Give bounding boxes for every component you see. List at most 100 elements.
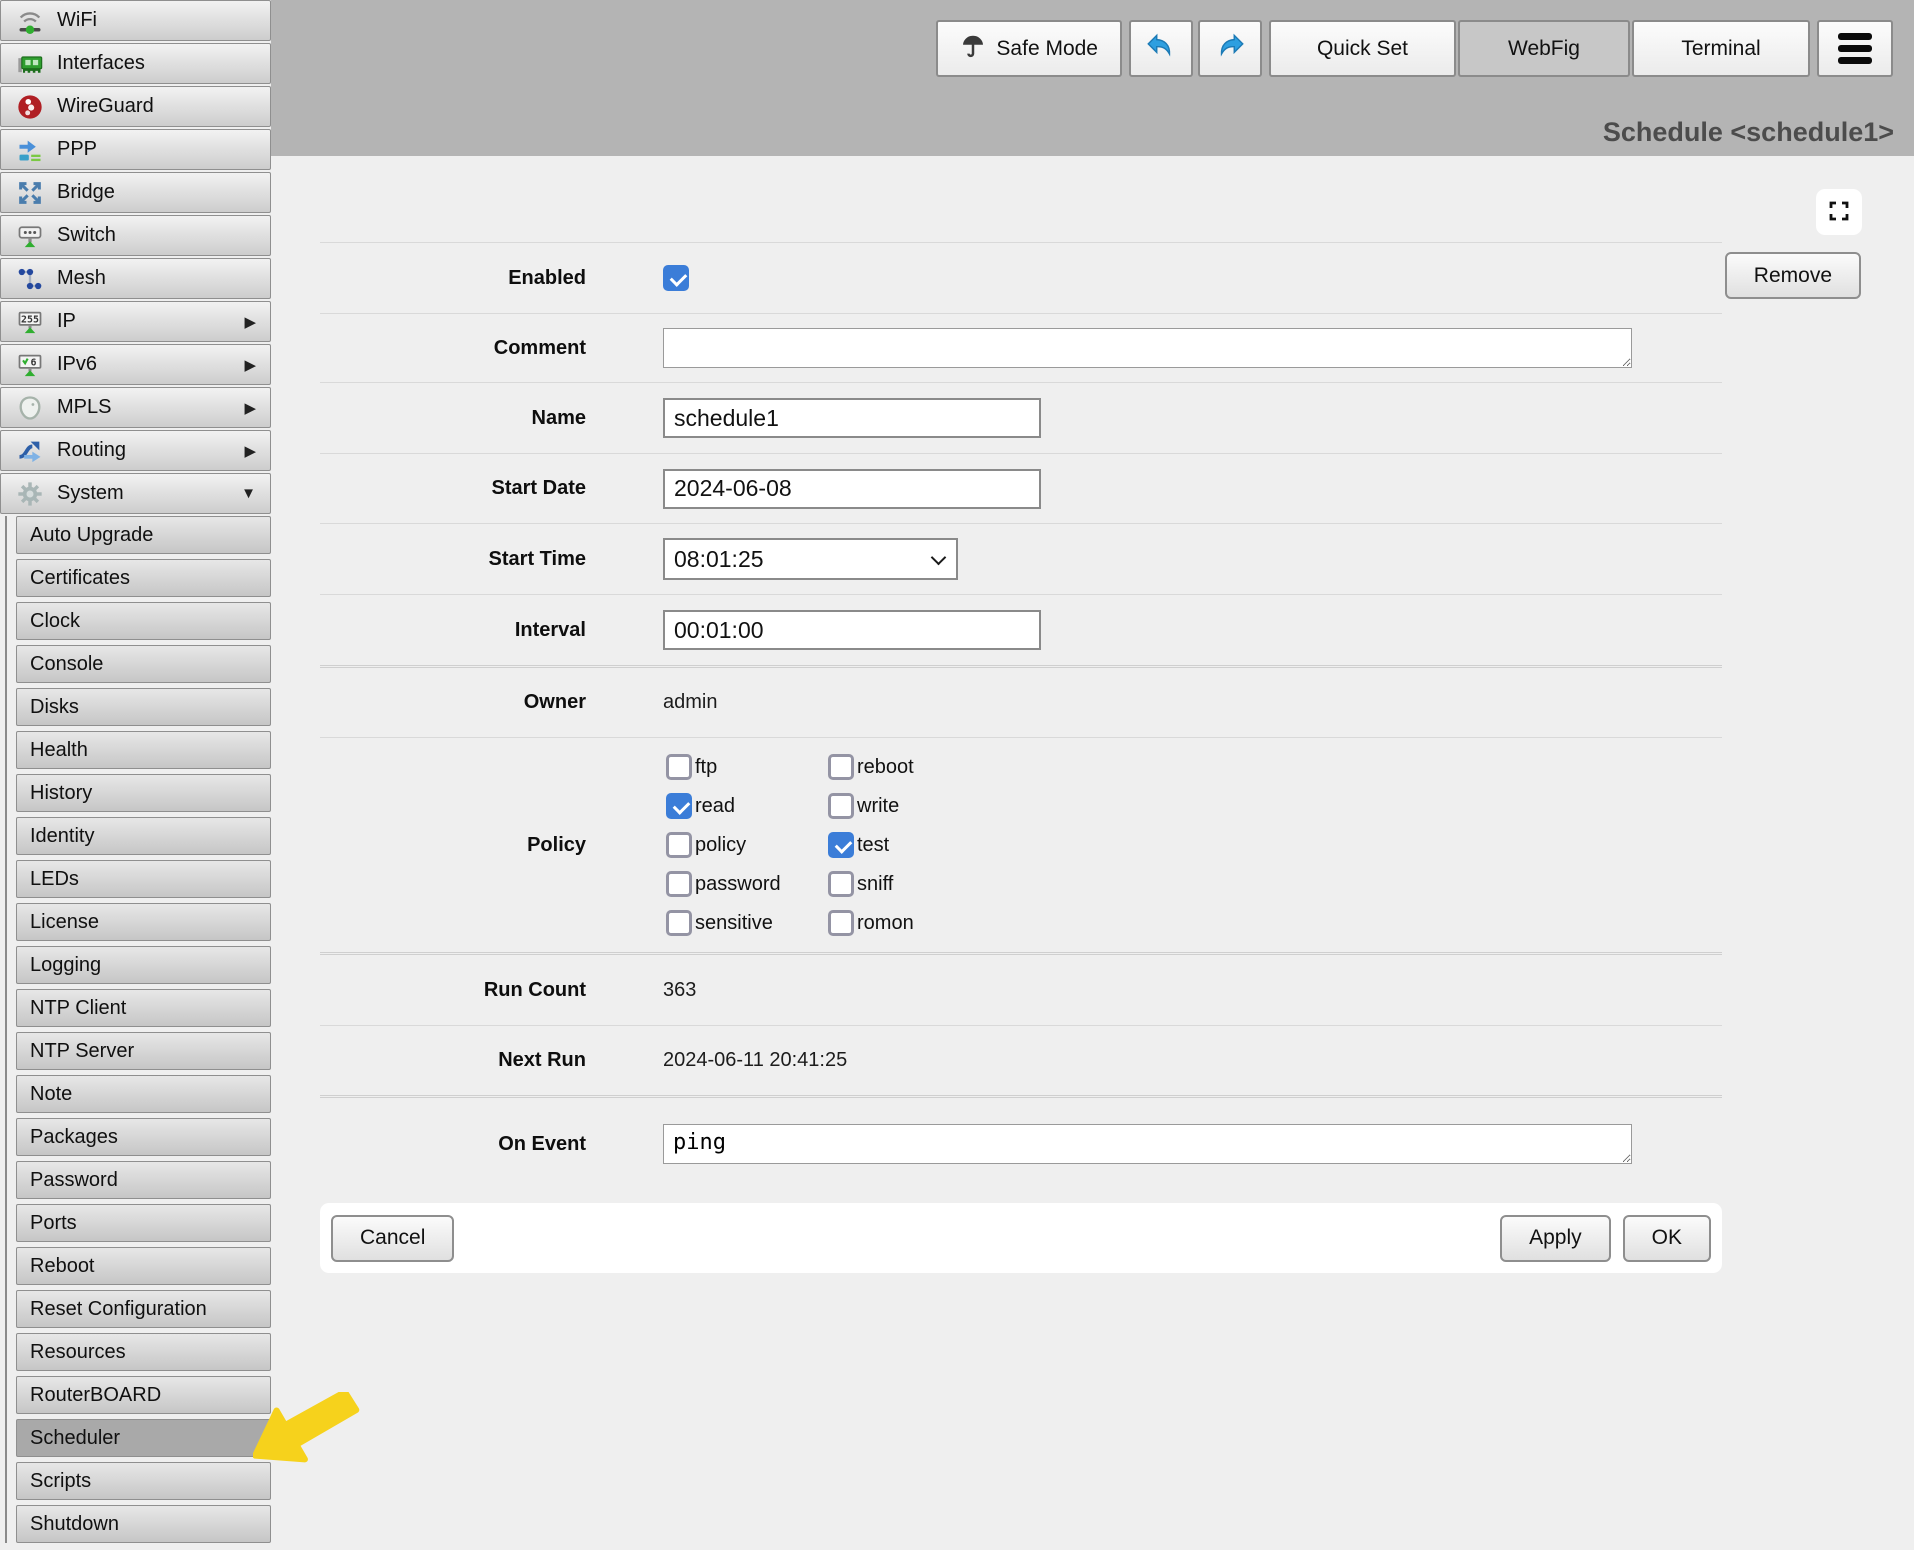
sidebar-item-label: Note [30, 1083, 72, 1106]
page-title: Schedule <schedule1> [1603, 117, 1894, 148]
sidebar-item-label: IPv6 [57, 353, 97, 376]
tab-webfig[interactable]: WebFig [1458, 20, 1630, 77]
run-count-label: Run Count [320, 979, 586, 1002]
sidebar-item-label: Identity [30, 825, 94, 848]
umbrella-icon [960, 33, 986, 65]
chevron-down-icon: ▼ [241, 485, 256, 502]
safe-mode-button[interactable]: Safe Mode [936, 20, 1122, 77]
policy-ftp-checkbox[interactable] [666, 754, 692, 780]
cancel-button[interactable]: Cancel [331, 1215, 454, 1262]
sidebar-item-ntp-client[interactable]: NTP Client [16, 989, 271, 1027]
sidebar-item-reboot[interactable]: Reboot [16, 1247, 271, 1285]
policy-reboot-checkbox[interactable] [828, 754, 854, 780]
sidebar-item-ip[interactable]: 255 IP ▶ [0, 301, 271, 342]
sidebar-item-routerboard[interactable]: RouterBOARD [16, 1376, 271, 1414]
sidebar-item-packages[interactable]: Packages [16, 1118, 271, 1156]
sidebar-item-password[interactable]: Password [16, 1161, 271, 1199]
enabled-label: Enabled [320, 267, 586, 290]
on-event-input[interactable]: ping [663, 1124, 1632, 1164]
sidebar-item-console[interactable]: Console [16, 645, 271, 683]
start-date-input[interactable] [663, 469, 1041, 509]
sidebar-item-ipv6[interactable]: 6 IPv6 ▶ [0, 344, 271, 385]
sidebar-item-ntp-server[interactable]: NTP Server [16, 1032, 271, 1070]
sidebar-item-disks[interactable]: Disks [16, 688, 271, 726]
sidebar-item-mesh[interactable]: Mesh [0, 258, 271, 299]
sidebar-item-interfaces[interactable]: Interfaces [0, 43, 271, 84]
sidebar-item-label: Scheduler [30, 1427, 120, 1450]
svg-text:255: 255 [21, 314, 39, 325]
start-time-label: Start Time [320, 548, 586, 571]
mesh-icon [13, 264, 47, 294]
submenu-arrow-icon: ▶ [244, 313, 256, 331]
sidebar-item-system[interactable]: System ▼ [0, 473, 271, 514]
sidebar-item-license[interactable]: License [16, 903, 271, 941]
policy-romon-checkbox[interactable] [828, 910, 854, 936]
form-row-start-time: Start Time 08:01:25 [320, 523, 1722, 594]
ok-button[interactable]: OK [1623, 1215, 1711, 1262]
apply-button[interactable]: Apply [1500, 1215, 1611, 1262]
hamburger-icon [1838, 33, 1872, 64]
wifi-icon [13, 6, 47, 36]
sidebar-item-history[interactable]: History [16, 774, 271, 812]
sidebar-item-switch[interactable]: Switch [0, 215, 271, 256]
enabled-checkbox[interactable] [663, 265, 689, 291]
undo-button[interactable] [1129, 20, 1193, 77]
start-time-select[interactable]: 08:01:25 [663, 538, 958, 580]
policy-policy-checkbox[interactable] [666, 832, 692, 858]
policy-romon-label: romon [857, 912, 914, 935]
sidebar-item-shutdown[interactable]: Shutdown [16, 1505, 271, 1543]
sidebar-item-mpls[interactable]: MPLS ▶ [0, 387, 271, 428]
policy-grid: ftp reboot read write policy test passwo… [663, 754, 914, 936]
sidebar-item-logging[interactable]: Logging [16, 946, 271, 984]
sidebar-item-clock[interactable]: Clock [16, 602, 271, 640]
sidebar-item-auto-upgrade[interactable]: Auto Upgrade [16, 516, 271, 554]
sidebar-item-bridge[interactable]: Bridge [0, 172, 271, 213]
sidebar-item-wifi[interactable]: WiFi [0, 0, 271, 41]
policy-read-checkbox[interactable] [666, 793, 692, 819]
sidebar-item-identity[interactable]: Identity [16, 817, 271, 855]
menu-button[interactable] [1817, 20, 1893, 77]
form-row-policy: Policy ftp reboot read write policy test… [320, 737, 1722, 952]
remove-button[interactable]: Remove [1725, 252, 1861, 299]
sidebar-item-routing[interactable]: Routing ▶ [0, 430, 271, 471]
owner-value: admin [663, 691, 717, 714]
sidebar-item-label: Clock [30, 610, 80, 633]
sidebar-item-scripts[interactable]: Scripts [16, 1462, 271, 1500]
sidebar-item-certificates[interactable]: Certificates [16, 559, 271, 597]
switch-icon [13, 221, 47, 251]
form-row-next-run: Next Run 2024-06-11 20:41:25 [320, 1025, 1722, 1095]
form-row-interval: Interval [320, 594, 1722, 665]
policy-write-checkbox[interactable] [828, 793, 854, 819]
bridge-icon [13, 178, 47, 208]
sidebar-item-ppp[interactable]: PPP [0, 129, 271, 170]
tab-terminal[interactable]: Terminal [1632, 20, 1810, 77]
policy-password-checkbox[interactable] [666, 871, 692, 897]
next-run-label: Next Run [320, 1049, 586, 1072]
sidebar-item-resources[interactable]: Resources [16, 1333, 271, 1371]
sidebar-item-health[interactable]: Health [16, 731, 271, 769]
policy-test-checkbox[interactable] [828, 832, 854, 858]
name-input[interactable] [663, 398, 1041, 438]
policy-sniff-checkbox[interactable] [828, 871, 854, 897]
sidebar-item-scheduler[interactable]: Scheduler [16, 1419, 271, 1457]
fullscreen-button[interactable] [1816, 189, 1862, 235]
sidebar-item-leds[interactable]: LEDs [16, 860, 271, 898]
policy-sensitive-checkbox[interactable] [666, 910, 692, 936]
policy-write-label: write [857, 795, 899, 818]
sidebar-item-reset-configuration[interactable]: Reset Configuration [16, 1290, 271, 1328]
sidebar-item-note[interactable]: Note [16, 1075, 271, 1113]
sidebar-item-ports[interactable]: Ports [16, 1204, 271, 1242]
sidebar-item-label: Interfaces [57, 52, 145, 75]
sidebar-item-label: NTP Server [30, 1040, 134, 1063]
form-row-enabled: Enabled [320, 242, 1722, 313]
tab-quick-set[interactable]: Quick Set [1269, 20, 1456, 77]
redo-button[interactable] [1198, 20, 1262, 77]
sidebar-item-wireguard[interactable]: WireGuard [0, 86, 271, 127]
sidebar-item-label: Health [30, 739, 88, 762]
comment-input[interactable] [663, 328, 1632, 368]
schedule-form: Enabled Comment Name Start Date [320, 242, 1722, 1190]
undo-icon [1144, 29, 1178, 69]
policy-sniff-label: sniff [857, 873, 893, 896]
interval-input[interactable] [663, 610, 1041, 650]
form-row-owner: Owner admin [320, 665, 1722, 737]
